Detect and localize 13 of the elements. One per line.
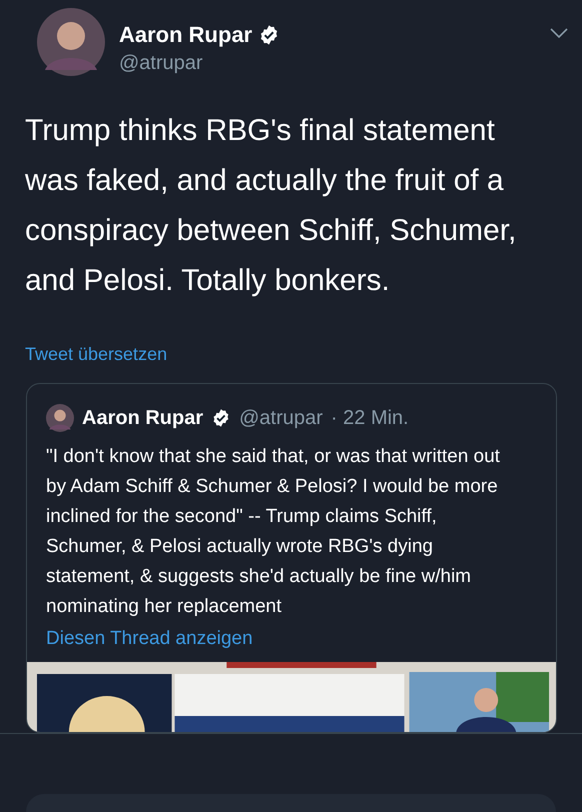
translate-link[interactable]: Tweet übersetzen xyxy=(25,344,168,365)
author-name[interactable]: Aaron Rupar xyxy=(119,22,252,48)
quoted-tweet-text: "I don't know that she said that, or was that written out by Adam Schiff & Schumer & Pelosi? I would be more inclined for the second" -- Trump claims Schiff, Schumer, & Pelosi actually wrote RBG's dying statement, & suggests she'd actually be fine w/him nominating her replacement xyxy=(45,445,501,619)
quoted-tweet-time: · 22 Min. xyxy=(330,406,409,430)
chevron-down-icon[interactable] xyxy=(550,28,568,39)
quoted-tweet-card[interactable] xyxy=(26,383,557,733)
quoted-author-name: Aaron Rupar xyxy=(82,406,204,430)
tweet-text: Trump thinks RBG's final statement was faked, and actually the fruit of a conspiracy between Schiff, Schumer, and Pelosi. Totally bonkers. xyxy=(24,113,518,299)
avatar-icon[interactable] xyxy=(37,8,105,76)
author-handle[interactable]: @atrupar xyxy=(119,52,536,75)
show-thread-link[interactable]: Diesen Thread anzeigen xyxy=(46,628,253,650)
quoted-author-handle: @atrupar xyxy=(239,406,323,430)
avatar-icon[interactable] xyxy=(46,404,74,432)
